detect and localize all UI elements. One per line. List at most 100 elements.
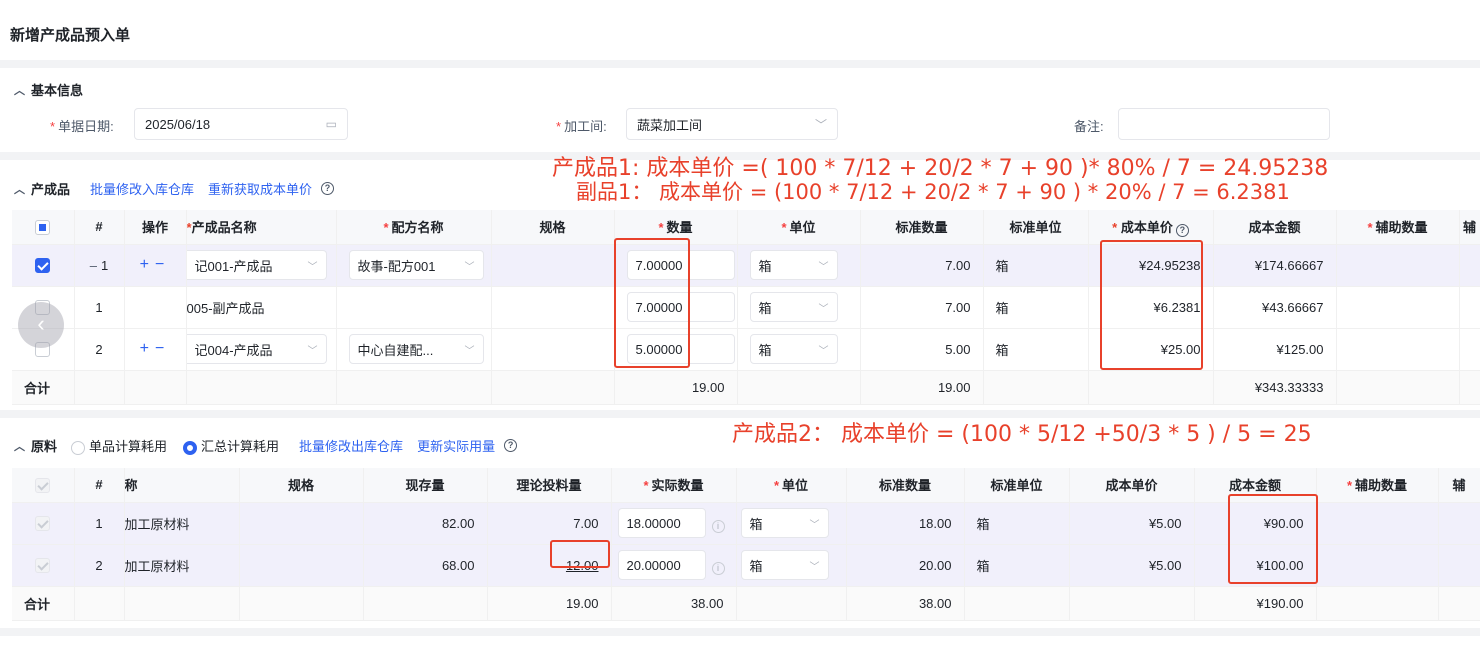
products-table: # 操作 *产成品名称 配方名称 规格 数量 单位 标准数量 标准单位 * 成本… [12, 210, 1480, 405]
cost-amount-cell: ¥125.00 [1213, 328, 1337, 371]
table-row[interactable]: 1 005-副产成品 7.00000 箱 ﹀ 7.00 箱 ¥6.2381 ¥43… [12, 286, 1480, 329]
collapse-caret-icon[interactable]: ︿ [14, 438, 25, 454]
unit-select[interactable]: 箱 ﹀ [749, 292, 838, 322]
update-usage-link[interactable]: 更新实际用量 [417, 436, 495, 455]
radio-checked-icon[interactable] [183, 440, 198, 455]
basic-info-header[interactable]: ︿ 基本信息 [14, 80, 83, 99]
std-unit-cell: 箱 [983, 328, 1089, 371]
product-name-cell[interactable]: 记001-产成品 ﹀ [186, 244, 337, 287]
table-row[interactable]: 1 加工原材料 82.00 7.00 18.00000 i 箱 ﹀ 18.00 箱 … [12, 502, 1480, 545]
collapse-caret-icon[interactable]: ︿ [14, 82, 25, 98]
total-blank [983, 370, 1089, 405]
cost-amount-cell: ¥174.66667 [1213, 244, 1337, 287]
radio-sum-label: 汇总计算耗用 [201, 439, 280, 454]
aux-qty-cell [1336, 328, 1460, 371]
unit-value: 箱 [758, 342, 772, 358]
actual-qty-input[interactable]: 20.00000 [617, 550, 706, 580]
qty-input[interactable]: 7.00000 [626, 250, 735, 280]
unit-cell[interactable]: 箱 ﹀ [736, 502, 847, 545]
cost-amount-cell: ¥100.00 [1194, 544, 1317, 587]
select-all-checkbox[interactable] [35, 219, 51, 235]
col-cost-amount: 成本金额 [1213, 210, 1337, 245]
actual-qty-cell[interactable]: 18.00000 i [611, 502, 737, 545]
unit-cell[interactable]: 箱 ﹀ [737, 328, 861, 371]
actual-qty-cell[interactable]: 20.00000 i [611, 544, 737, 587]
unit-select[interactable]: 箱 ﹀ [749, 334, 838, 364]
batch-warehouse-link[interactable]: 批量修改入库仓库 [90, 179, 194, 198]
recipe-cell[interactable]: 故事-配方001 ﹀ [336, 244, 492, 287]
remove-row-icon[interactable]: − [155, 256, 164, 273]
row-checkbox[interactable] [35, 258, 51, 274]
product-name: 记001-产成品 [194, 258, 273, 274]
total-blank [736, 586, 847, 621]
qty-input[interactable]: 5.00000 [626, 334, 735, 364]
recipe-select[interactable]: 故事-配方001 ﹀ [348, 250, 484, 280]
refresh-cost-link[interactable]: 重新获取成本单价 [208, 179, 312, 198]
remark-input[interactable] [1118, 108, 1330, 140]
calendar-icon[interactable]: ▭ [326, 117, 337, 131]
unit-select[interactable]: 箱 ﹀ [749, 250, 838, 280]
table-row[interactable]: 2 + − 记004-产成品 ﹀ 中心自建配... ﹀ 5.00000 箱 ﹀ 5.00… [12, 328, 1480, 371]
table-row[interactable]: –1 + − 记001-产成品 ﹀ 故事-配方001 ﹀ 7.00000 箱 ﹀ 7.0… [12, 244, 1480, 287]
radio-icon[interactable] [71, 440, 86, 455]
recipe-cell[interactable]: 中心自建配... ﹀ [336, 328, 492, 371]
qty-input[interactable]: 7.00000 [626, 292, 735, 322]
unit-cell[interactable]: 箱 ﹀ [736, 544, 847, 587]
total-blank [1088, 370, 1214, 405]
theory-cell[interactable]: 12.00 [487, 544, 612, 587]
annotation-product2: 产成品2： 成本单价 = (100 * 5/12 +50/3 * 5 ) / 5… [732, 422, 1312, 447]
total-blank [1336, 370, 1460, 405]
aux-more-cell [1459, 244, 1480, 287]
add-row-icon[interactable]: + [140, 256, 149, 273]
row-select-cell[interactable] [12, 244, 75, 287]
info-icon[interactable]: i [711, 519, 725, 533]
col-index: # [74, 468, 125, 503]
qty-cell[interactable]: 7.00000 [614, 286, 738, 329]
theory-cell: 7.00 [487, 502, 612, 545]
cost-price-cell: ¥24.95238 [1088, 244, 1214, 287]
radio-single-label: 单品计算耗用 [89, 439, 168, 454]
select-all-cell[interactable] [12, 210, 75, 245]
col-index: # [74, 210, 125, 245]
select-all-cell[interactable] [12, 468, 75, 503]
qty-cell[interactable]: 5.00000 [614, 328, 738, 371]
radio-single[interactable]: 单品计算耗用 [71, 436, 167, 455]
help-icon[interactable]: ? [504, 439, 518, 452]
col-actual-qty: 实际数量 [611, 468, 737, 503]
chevron-down-icon: ﹀ [307, 261, 318, 273]
product-name-cell[interactable]: 记004-产成品 ﹀ [186, 328, 337, 371]
add-row-icon[interactable]: + [140, 340, 149, 357]
products-title: 产成品 [31, 182, 71, 197]
table-row[interactable]: 2 加工原材料 68.00 12.00 20.00000 i 箱 ﹀ 20.00 箱… [12, 544, 1480, 587]
qty-cell[interactable]: 7.00000 [614, 244, 738, 287]
date-input[interactable]: 2025/06/18 ▭ [134, 108, 348, 140]
scroll-left-button[interactable]: ‹ [18, 302, 64, 348]
col-std-unit: 标准单位 [964, 468, 1070, 503]
collapse-caret-icon[interactable]: ︿ [14, 181, 25, 197]
std-qty-cell: 20.00 [846, 544, 965, 587]
radio-sum[interactable]: 汇总计算耗用 [183, 436, 279, 455]
remove-row-icon[interactable]: − [155, 340, 164, 357]
row-action-cell: + − [124, 244, 187, 287]
info-icon[interactable]: i [711, 561, 725, 575]
total-blank [1459, 370, 1480, 405]
help-icon[interactable]: ? [321, 182, 335, 195]
product-name-select[interactable]: 记004-产成品 ﹀ [186, 334, 327, 364]
recipe-cell [336, 286, 492, 329]
collapse-minus-icon[interactable]: – [90, 258, 97, 273]
unit-cell[interactable]: 箱 ﹀ [737, 244, 861, 287]
actual-qty-input[interactable]: 18.00000 [617, 508, 706, 538]
spec-cell [239, 544, 364, 587]
col-action: 操作 [124, 210, 187, 245]
unit-select[interactable]: 箱 ﹀ [740, 508, 829, 538]
unit-select[interactable]: 箱 ﹀ [740, 550, 829, 580]
recipe-select[interactable]: 中心自建配... ﹀ [348, 334, 484, 364]
product-name-select[interactable]: 记001-产成品 ﹀ [186, 250, 327, 280]
workshop-select[interactable]: 蔬菜加工间 ﹀ [626, 108, 838, 140]
help-icon[interactable]: ? [1175, 223, 1189, 237]
total-blank [239, 586, 364, 621]
total-actual: 38.00 [611, 586, 737, 621]
batch-out-warehouse-link[interactable]: 批量修改出库仓库 [299, 436, 403, 455]
unit-cell[interactable]: 箱 ﹀ [737, 286, 861, 329]
std-unit-cell: 箱 [964, 544, 1070, 587]
